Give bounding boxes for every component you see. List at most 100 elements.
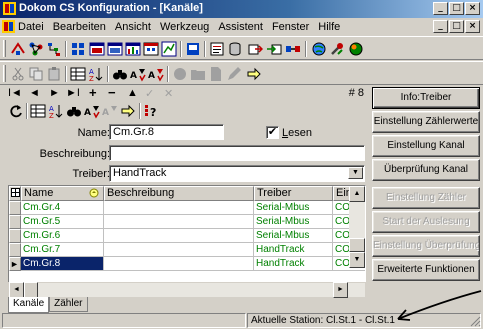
- arrow-right-icon[interactable]: [246, 66, 262, 82]
- scroll-thumb[interactable]: [349, 238, 365, 252]
- scroll-right-button[interactable]: ►: [333, 282, 348, 298]
- table-row[interactable]: Cm.Gr.4 Serial-Mbus COI: [9, 201, 365, 215]
- scroll-left-button[interactable]: ◄: [9, 282, 24, 298]
- scroll-up-button[interactable]: ▲: [349, 186, 365, 202]
- transfer-icon[interactable]: [285, 41, 301, 57]
- tab-kanaele[interactable]: Kanäle: [8, 297, 50, 313]
- cell-treiber[interactable]: Serial-Mbus: [254, 229, 333, 243]
- sort-small-icon[interactable]: AZ: [48, 103, 64, 119]
- nav-first-button[interactable]: I◄: [8, 87, 22, 99]
- chart-window-icon[interactable]: [161, 41, 177, 57]
- paste-icon[interactable]: [46, 66, 62, 82]
- maximize-button[interactable]: □: [449, 2, 464, 15]
- globe-icon[interactable]: [311, 41, 327, 57]
- new-doc-icon[interactable]: [208, 66, 224, 82]
- record-icon[interactable]: [172, 66, 188, 82]
- chevron-down-icon[interactable]: ▼: [348, 167, 363, 179]
- lesen-checkbox[interactable]: ✔: [266, 126, 279, 139]
- minimize-button[interactable]: _: [433, 2, 448, 15]
- goto-icon[interactable]: [120, 103, 136, 119]
- close-button[interactable]: ×: [465, 2, 480, 15]
- cell-treiber[interactable]: HandTrack: [254, 257, 333, 271]
- scroll-down-button[interactable]: ▼: [349, 252, 365, 268]
- connect-icon[interactable]: [10, 41, 26, 57]
- row-indicator[interactable]: ►: [9, 257, 21, 271]
- grid-corner[interactable]: [9, 186, 21, 201]
- grid-view-icon[interactable]: [70, 41, 86, 57]
- filter-icon[interactable]: A: [130, 66, 146, 82]
- einstellung-ueberpruefung-button[interactable]: Einstellung Überprüfung: [372, 235, 480, 257]
- cut-icon[interactable]: [10, 66, 26, 82]
- beschreibung-input[interactable]: [109, 145, 365, 161]
- menu-fenster[interactable]: Fenster: [272, 21, 309, 33]
- kanaele-grid[interactable]: Name Beschreibung Treiber Ein Cm.Gr.4 Ser…: [8, 185, 366, 283]
- nav-insert-button[interactable]: +: [89, 85, 97, 100]
- table-icon[interactable]: [70, 66, 86, 82]
- cell-treiber[interactable]: Serial-Mbus: [254, 215, 333, 229]
- table-row[interactable]: Cm.Gr.7 HandTrack COI: [9, 243, 365, 257]
- network-icon[interactable]: [28, 41, 44, 57]
- filter-small-icon[interactable]: A: [84, 103, 100, 119]
- ueberpruefung-kanal-button[interactable]: Überprüfung Kanal: [372, 159, 480, 181]
- nav-delete-button[interactable]: −: [108, 85, 116, 100]
- toolbar-grip[interactable]: [3, 40, 6, 57]
- mdi-restore-button[interactable]: □: [449, 20, 464, 33]
- name-input[interactable]: Cm.Gr.8: [109, 124, 224, 140]
- menu-assistent[interactable]: Assistent: [218, 21, 263, 33]
- start-auslesung-button[interactable]: Start der Auslesung: [372, 211, 480, 233]
- nav-next-button[interactable]: ►: [49, 87, 60, 99]
- mdi-child-icon[interactable]: [2, 20, 15, 33]
- menu-werkzeug[interactable]: Werkzeug: [160, 21, 209, 33]
- nav-post-button[interactable]: ✓: [145, 87, 154, 100]
- earth-icon[interactable]: [348, 41, 364, 57]
- row-indicator[interactable]: [9, 229, 21, 243]
- row-indicator[interactable]: [9, 201, 21, 215]
- menu-bearbeiten[interactable]: Bearbeiten: [53, 21, 106, 33]
- edit-icon[interactable]: [226, 66, 242, 82]
- calendar-icon[interactable]: [143, 41, 159, 57]
- menu-hilfe[interactable]: Hilfe: [318, 21, 340, 33]
- menu-datei[interactable]: Datei: [18, 21, 44, 33]
- table-red-icon[interactable]: [89, 41, 105, 57]
- nav-cancel-button[interactable]: ✕: [164, 87, 173, 100]
- filter-off-icon[interactable]: A: [102, 103, 118, 119]
- erweiterte-funktionen-button[interactable]: Erweiterte Funktionen: [372, 259, 480, 281]
- report-icon[interactable]: [209, 41, 225, 57]
- treiber-select[interactable]: HandTrack ▼: [109, 165, 365, 182]
- table-row[interactable]: Cm.Gr.6 Serial-Mbus COI: [9, 229, 365, 243]
- row-indicator[interactable]: [9, 243, 21, 257]
- cell-name[interactable]: Cm.Gr.6: [21, 229, 104, 243]
- grid-vertical-scrollbar[interactable]: ▲ ▼: [349, 186, 365, 268]
- cell-name[interactable]: Cm.Gr.8: [21, 257, 104, 271]
- refresh-icon[interactable]: [8, 103, 24, 119]
- tools-icon[interactable]: [329, 41, 345, 57]
- title-bar[interactable]: Dokom CS Konfiguration - [Kanäle] _ □ ×: [0, 0, 483, 18]
- tab-zaehler[interactable]: Zähler: [49, 297, 88, 312]
- nav-prior-button[interactable]: ◄: [29, 87, 40, 99]
- database-icon[interactable]: [227, 41, 243, 57]
- einstellung-zaehler-button[interactable]: Einstellung Zähler: [372, 187, 480, 209]
- table-row[interactable]: ► Cm.Gr.8 HandTrack COI: [9, 257, 365, 271]
- col-header-treiber[interactable]: Treiber: [254, 186, 333, 201]
- cell-beschreibung[interactable]: [104, 243, 254, 257]
- copy-icon[interactable]: [28, 66, 44, 82]
- nav-last-button[interactable]: ►I: [66, 87, 80, 99]
- help-context-icon[interactable]: ?: [144, 103, 160, 119]
- cell-treiber[interactable]: HandTrack: [254, 243, 333, 257]
- find-icon[interactable]: [112, 66, 128, 82]
- table-blue-icon[interactable]: [107, 41, 123, 57]
- find-small-icon[interactable]: [66, 103, 82, 119]
- cell-beschreibung[interactable]: [104, 201, 254, 215]
- table-row[interactable]: Cm.Gr.5 Serial-Mbus COI: [9, 215, 365, 229]
- station-icon[interactable]: [185, 41, 201, 57]
- table-chart-icon[interactable]: [125, 41, 141, 57]
- cell-name[interactable]: Cm.Gr.7: [21, 243, 104, 257]
- cell-treiber[interactable]: Serial-Mbus: [254, 201, 333, 215]
- mdi-minimize-button[interactable]: _: [433, 20, 448, 33]
- einstellung-kanal-button[interactable]: Einstellung Kanal: [372, 135, 480, 157]
- folder-icon[interactable]: [190, 66, 206, 82]
- mdi-close-button[interactable]: ×: [465, 20, 480, 33]
- export-icon[interactable]: [247, 41, 263, 57]
- row-indicator[interactable]: [9, 215, 21, 229]
- toolbar-grip-2[interactable]: [3, 65, 6, 82]
